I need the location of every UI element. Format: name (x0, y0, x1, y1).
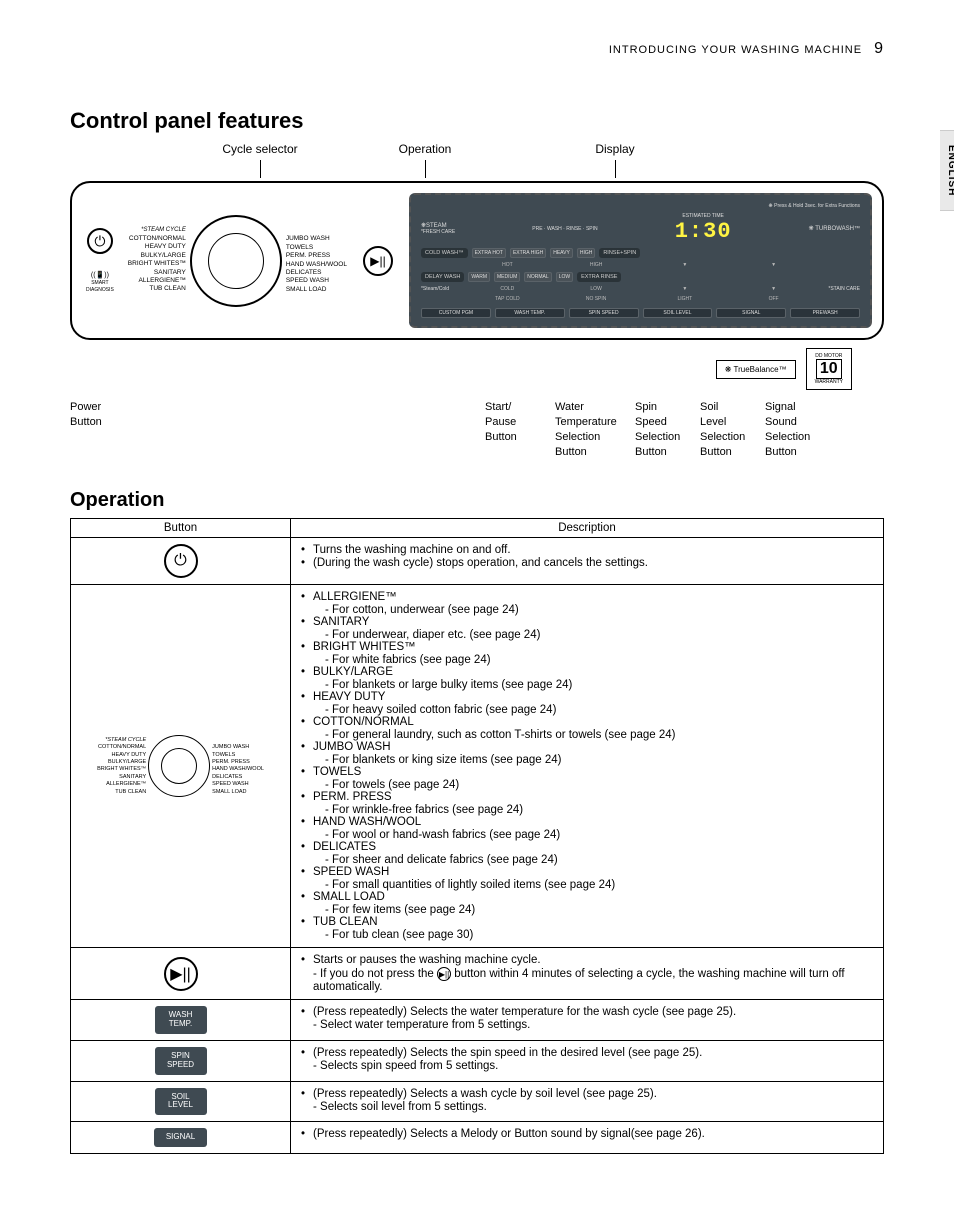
power-icon: ⏻ (87, 228, 113, 254)
warranty-badge: DD MOTOR 10 WARRANTY (806, 348, 852, 390)
page-header: INTRODUCING YOUR WASHING MACHINE 9 (70, 40, 884, 58)
callout-water: Water Temperature Selection Button (555, 400, 635, 459)
rinse-spin-button: RINSE+SPIN (599, 248, 640, 258)
delay-wash-button: DELAY WASH (421, 272, 464, 282)
cycle-selector: *STEAM CYCLE COTTON/NORMAL HEAVY DUTY BU… (128, 215, 347, 307)
wash-temp-pill: WASH TEMP. (155, 1006, 207, 1034)
time-display: 1:30 (675, 219, 732, 244)
row-signal: SIGNAL (Press repeatedly) Selects a Melo… (71, 1122, 884, 1154)
custom-pgm-button: CUSTOM PGM (421, 308, 491, 318)
prewash-button: PREWASH (790, 308, 860, 318)
dial-icon (190, 215, 282, 307)
progress-indicator: PRE · WASH · RINSE · SPIN (532, 226, 597, 232)
label-cycle-selector: Cycle selector (170, 142, 350, 156)
label-operation: Operation (350, 142, 500, 156)
power-button-icon: ⏻ (164, 544, 198, 578)
callout-start: Start/ Pause Button (485, 400, 555, 459)
product-badges: ❋ TrueBalance™ DD MOTOR 10 WARRANTY (716, 348, 852, 390)
control-panel-diagram: Cycle selector Operation Display ⏻ ((📱))… (70, 142, 884, 459)
cycle-selector-icon: *STEAM CYCLE COTTON/NORMALHEAVY DUTYBULK… (81, 735, 280, 797)
heading-control-panel: Control panel features (70, 108, 884, 134)
start-inline-icon: ▶|| (437, 967, 451, 981)
soil-level-button: SOIL LEVEL (643, 308, 713, 318)
row-wash-temp: WASH TEMP. (Press repeatedly) Selects th… (71, 1000, 884, 1041)
row-soil-level: SOIL LEVEL (Press repeatedly) Selects a … (71, 1081, 884, 1122)
row-start-pause: ▶|| Starts or pauses the washing machine… (71, 948, 884, 1000)
signal-pill: SIGNAL (154, 1128, 207, 1147)
wash-temp-button: WASH TEMP. (495, 308, 565, 318)
callout-signal: Signal Sound Selection Button (765, 400, 830, 459)
callout-power: Power Button (70, 400, 140, 459)
callout-spin: Spin Speed Selection Button (635, 400, 700, 459)
col-description: Description (291, 519, 884, 538)
soil-level-pill: SOIL LEVEL (155, 1088, 207, 1116)
truebalance-badge: ❋ TrueBalance™ (716, 360, 796, 379)
steam-cycle-label: *STEAM CYCLE (128, 227, 186, 235)
label-display: Display (500, 142, 730, 156)
signal-button: SIGNAL (716, 308, 786, 318)
display-panel: ❋ Press & Hold 3sec. for Extra Functions… (409, 193, 872, 328)
spin-speed-button: SPIN SPEED (569, 308, 639, 318)
turbowash-indicator: ❋ TURBOWASH™ (809, 225, 860, 232)
steam-indicator: ❋STEAM (421, 222, 455, 229)
row-cycle-selector: *STEAM CYCLE COTTON/NORMALHEAVY DUTYBULK… (71, 585, 884, 948)
callout-soil: Soil Level Selection Button (700, 400, 765, 459)
smart-diagnosis-icon: ((📱))SMARTDIAGNOSIS (86, 272, 114, 293)
hold-note: ❋ Press & Hold 3sec. for Extra Functions (421, 203, 860, 209)
spin-speed-pill: SPIN SPEED (155, 1047, 207, 1075)
extra-rinse-button: EXTRA RINSE (577, 272, 621, 282)
page-number: 9 (874, 40, 884, 58)
start-pause-icon: ▶|| (363, 246, 393, 276)
section-title: INTRODUCING YOUR WASHING MACHINE (609, 44, 862, 56)
row-power: ⏻ Turns the washing machine on and off. … (71, 538, 884, 585)
control-panel: ⏻ ((📱))SMARTDIAGNOSIS *STEAM CYCLE COTTO… (70, 181, 884, 340)
row-spin-speed: SPIN SPEED (Press repeatedly) Selects th… (71, 1040, 884, 1081)
operation-table: Button Description ⏻ Turns the washing m… (70, 518, 884, 1154)
heading-operation: Operation (70, 489, 884, 512)
language-tab: ENGLISH (940, 130, 954, 211)
col-button: Button (71, 519, 291, 538)
cold-wash-button: COLD WASH™ (421, 248, 468, 258)
start-pause-button-icon: ▶|| (164, 957, 198, 991)
